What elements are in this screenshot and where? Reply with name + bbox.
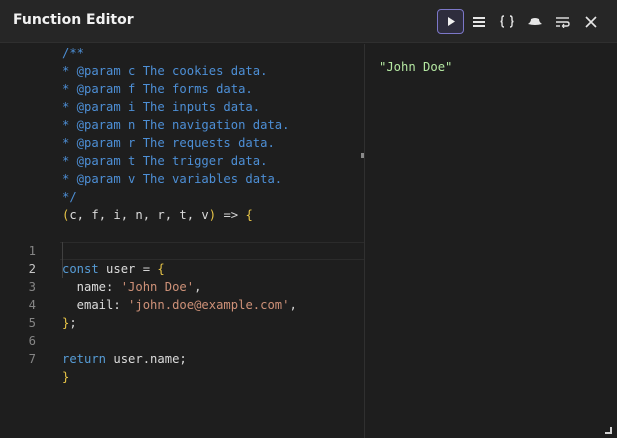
comment-line: * @param v The variables data.: [62, 172, 283, 186]
run-button[interactable]: [437, 9, 464, 34]
play-icon: [447, 17, 455, 26]
comment-line: * @param r The requests data.: [62, 136, 275, 150]
close-button[interactable]: [577, 9, 604, 34]
code-line: 5: [0, 296, 364, 330]
comment-line: */: [62, 190, 77, 204]
code-line: 4 };: [0, 278, 364, 330]
resize-handle[interactable]: [605, 427, 612, 434]
code-line: }: [62, 370, 70, 384]
comment-line: * @param n The navigation data.: [62, 118, 290, 132]
braces-icon: [499, 15, 514, 28]
code-line: 3 email: 'john.doe@example.com',: [0, 260, 364, 312]
close-icon: [584, 15, 597, 28]
code-line: 6 return user.name;: [0, 314, 364, 366]
hat-icon: [527, 17, 542, 25]
list-icon: [472, 16, 485, 27]
comment-line: /**: [62, 46, 85, 60]
comment-line: * @param i The inputs data.: [62, 100, 261, 114]
pane-divider[interactable]: [364, 44, 365, 438]
comment-line: * @param c The cookies data.: [62, 64, 268, 78]
output-value: "John Doe": [379, 60, 453, 74]
wrap-icon: [555, 16, 570, 28]
format-json-button[interactable]: [493, 9, 520, 34]
code-line: 1 const user = {: [0, 224, 364, 276]
divider-grip[interactable]: [361, 153, 364, 158]
title-bar: Function Editor: [0, 0, 617, 43]
function-signature: (c, f, i, n, r, t, v) => {: [62, 208, 253, 222]
window-title: Function Editor: [13, 12, 134, 28]
comment-line: * @param f The forms data.: [62, 82, 253, 96]
code-line: 2 name: 'John Doe',: [0, 242, 364, 294]
word-wrap-button[interactable]: [549, 9, 576, 34]
comment-line: * @param t The trigger data.: [62, 154, 268, 168]
snippets-button[interactable]: [521, 9, 548, 34]
code-line: 7: [0, 332, 364, 366]
list-view-button[interactable]: [465, 9, 492, 34]
